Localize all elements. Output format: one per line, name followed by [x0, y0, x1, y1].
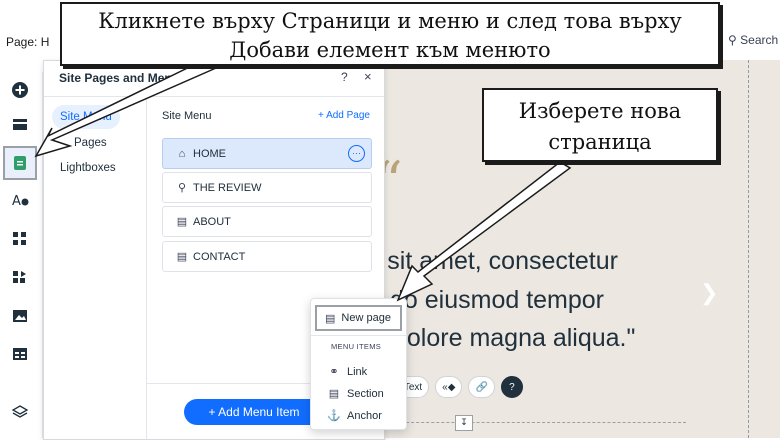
divider	[44, 96, 384, 97]
page-icon: ▤	[176, 251, 188, 263]
option-label: Link	[347, 365, 368, 378]
media-button[interactable]	[6, 302, 34, 330]
menu-item-label: HOME	[193, 147, 226, 160]
stretch-handle-icon[interactable]: ↧	[455, 415, 473, 431]
business-apps-button[interactable]	[6, 263, 34, 291]
design-icon: A	[12, 194, 29, 209]
anchor-icon: ⚓	[327, 410, 341, 422]
search-icon: ⚲	[728, 33, 737, 47]
pin-icon: ⚲	[177, 182, 187, 194]
plus-circle-icon	[12, 82, 28, 98]
sections-icon	[13, 119, 27, 130]
section-icon: ▤	[328, 388, 340, 400]
add-menu-item-dropdown: ▤ New page MENU ITEMS ⚭ Link ▤ Section ⚓…	[310, 298, 407, 430]
option-label: Anchor	[347, 409, 382, 422]
divider	[311, 335, 406, 336]
link-icon[interactable]: 🔗	[468, 376, 495, 398]
instruction-callout: Изберете нова страница	[482, 88, 718, 162]
callout-line: Кликнете върху Страници и меню и след то…	[98, 9, 682, 33]
table-icon	[13, 348, 27, 360]
section-option[interactable]: ▤ Section	[327, 387, 384, 401]
text-toolbar: l Text «◆ 🔗 ?	[392, 376, 523, 398]
page-icon	[14, 156, 26, 170]
help-button[interactable]: ?	[341, 70, 348, 84]
image-icon	[13, 310, 27, 322]
page-icon: ▤	[176, 216, 188, 228]
svg-text:A: A	[12, 194, 21, 209]
divider	[146, 96, 147, 439]
menu-item-label: THE REVIEW	[193, 181, 262, 194]
cms-button[interactable]	[6, 340, 34, 368]
layers-button[interactable]	[6, 398, 34, 426]
page-name: H	[40, 35, 50, 49]
layers-icon	[11, 405, 29, 418]
section-heading: Site Menu	[162, 110, 212, 122]
tab-site-menu[interactable]: Site Menu	[52, 105, 120, 129]
chevron-right-icon[interactable]: ❯	[700, 280, 718, 306]
apps-grid-icon	[13, 232, 26, 245]
new-page-option[interactable]: ▤ New page	[315, 305, 402, 331]
quote-text-line: do eiusmod tempor	[390, 286, 605, 314]
callout-line: страница	[548, 130, 652, 154]
site-design-button[interactable]: A	[6, 186, 34, 214]
add-elements-button[interactable]	[6, 76, 34, 104]
page-label: Page:	[6, 35, 38, 49]
search-button[interactable]: ⚲ Search	[728, 33, 778, 47]
menu-item-about[interactable]: ▤ ABOUT	[162, 206, 372, 237]
new-page-icon: ▤	[325, 312, 336, 325]
canvas-guide-line	[748, 60, 749, 438]
more-options-icon[interactable]: ···	[348, 145, 365, 162]
quote-text-line: r sit amet, consectetur	[372, 247, 618, 275]
left-toolbar: A	[0, 72, 43, 438]
menu-items-heading: MENU ITEMS	[331, 342, 382, 351]
search-label: Search	[740, 33, 779, 47]
add-menu-item-button[interactable]: + Add Menu Item	[184, 399, 324, 425]
callout-line: Изберете нова	[518, 99, 682, 123]
page-selector[interactable]: Page: H	[6, 35, 49, 49]
tab-lightboxes[interactable]: Lightboxes	[52, 156, 124, 180]
menu-item-label: CONTACT	[193, 250, 246, 263]
app-market-button[interactable]	[6, 225, 34, 253]
menu-item-contact[interactable]: ▤ CONTACT	[162, 241, 372, 272]
quote-text-line: dolore magna aliqua."	[393, 324, 636, 352]
element-outline	[396, 422, 686, 439]
panel-title: Site Pages and Menu	[59, 71, 180, 85]
menu-item-the-review[interactable]: ⚲ THE REVIEW	[162, 172, 372, 203]
animation-icon[interactable]: «◆	[435, 376, 463, 398]
anchor-option[interactable]: ⚓ Anchor	[327, 409, 382, 423]
menu-item-label: ABOUT	[193, 215, 231, 228]
link-option[interactable]: ⚭ Link	[327, 365, 368, 379]
tab-pages[interactable]: Pages	[66, 131, 115, 155]
callout-line: Добави елемент към менюто	[229, 38, 551, 62]
sections-button[interactable]	[6, 110, 34, 138]
new-page-label: New page	[341, 312, 391, 324]
add-page-link[interactable]: + Add Page	[318, 110, 370, 121]
option-label: Section	[347, 387, 384, 400]
puzzle-icon	[13, 271, 26, 283]
pages-and-menu-button[interactable]	[3, 146, 37, 180]
home-icon: ⌂	[178, 147, 186, 160]
instruction-callout: Кликнете върху Страници и меню и след то…	[60, 2, 720, 66]
link-icon: ⚭	[329, 366, 339, 378]
menu-item-home[interactable]: ⌂ HOME ···	[162, 138, 372, 169]
close-button[interactable]: ×	[364, 69, 372, 84]
help-icon[interactable]: ?	[500, 376, 523, 398]
